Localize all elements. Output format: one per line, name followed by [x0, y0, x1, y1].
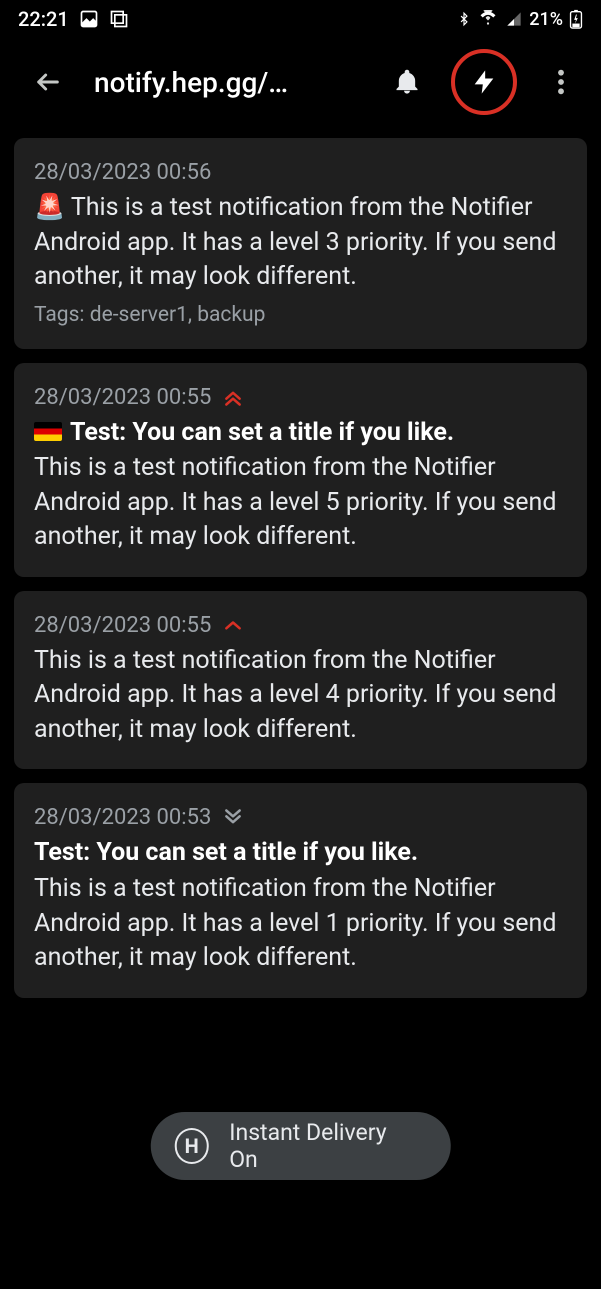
- notification-title: Test: You can set a title if you like.: [34, 416, 567, 450]
- notification-body: This is a test notification from the Not…: [34, 644, 567, 748]
- flag-de-icon: [34, 422, 62, 441]
- wifi-icon: [477, 10, 499, 28]
- priority-high-icon: [223, 387, 243, 407]
- battery-icon: [569, 9, 583, 29]
- priority-medium-icon: [223, 617, 243, 633]
- screenshot-icon: [109, 9, 129, 29]
- notification-date: 28/03/2023 00:56: [34, 160, 211, 185]
- notification-title: Test: You can set a title if you like.: [34, 836, 567, 870]
- notification-body: This is a test notification from the Not…: [34, 872, 567, 976]
- bluetooth-icon: [457, 10, 471, 28]
- instant-delivery-button[interactable]: [470, 66, 498, 98]
- status-time: 22:21: [18, 7, 69, 31]
- status-bar: 22:21 21%: [0, 0, 601, 38]
- notification-body: 🚨 This is a test notification from the N…: [34, 191, 567, 295]
- notifications-button[interactable]: [383, 58, 431, 106]
- back-button[interactable]: [28, 62, 68, 102]
- more-button[interactable]: [537, 58, 585, 106]
- priority-low-icon: [223, 808, 243, 828]
- image-icon: [79, 9, 99, 29]
- signal-icon: [505, 11, 523, 27]
- toast-icon: H: [174, 1128, 209, 1164]
- notification-date: 28/03/2023 00:55: [34, 385, 211, 410]
- notification-card[interactable]: 28/03/2023 00:53 Test: You can set a tit…: [14, 783, 587, 997]
- page-title: notify.hep.gg/…: [94, 66, 357, 99]
- toast: H Instant Delivery On: [150, 1112, 451, 1180]
- instant-delivery-highlight: [451, 49, 517, 115]
- toast-text: Instant Delivery On: [229, 1119, 415, 1173]
- battery-percent: 21%: [529, 9, 563, 30]
- notification-tags: Tags: de-server1, backup: [34, 303, 567, 327]
- notification-card[interactable]: 28/03/2023 00:55 Test: You can set a tit…: [14, 363, 587, 577]
- app-bar: notify.hep.gg/…: [0, 38, 601, 126]
- notification-card[interactable]: 28/03/2023 00:56 🚨 This is a test notifi…: [14, 138, 587, 349]
- notification-date: 28/03/2023 00:53: [34, 805, 211, 830]
- notification-card[interactable]: 28/03/2023 00:55 This is a test notifica…: [14, 591, 587, 770]
- notification-date: 28/03/2023 00:55: [34, 613, 211, 638]
- notification-list: 28/03/2023 00:56 🚨 This is a test notifi…: [0, 126, 601, 998]
- notification-body: This is a test notification from the Not…: [34, 451, 567, 555]
